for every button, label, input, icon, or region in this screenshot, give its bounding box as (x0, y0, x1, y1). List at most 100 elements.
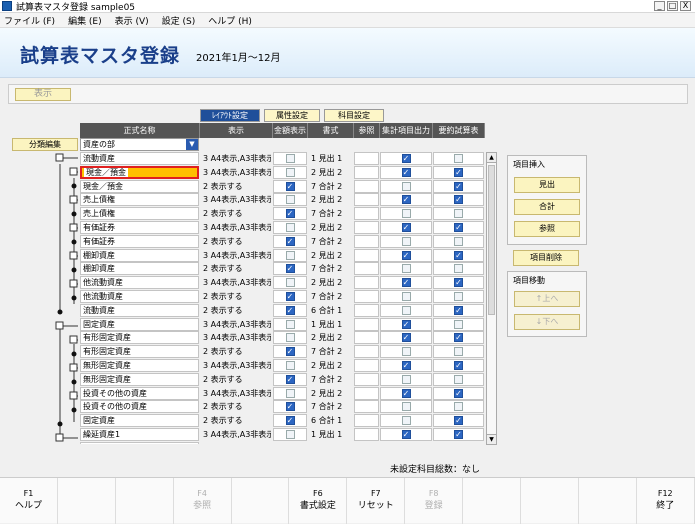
name-cell[interactable]: 売上債権 (80, 193, 199, 207)
chevron-down-icon[interactable]: ▼ (186, 139, 198, 150)
menu-settings[interactable]: 設定 (S) (162, 14, 196, 27)
checkbox[interactable]: ✓ (401, 333, 411, 343)
checkbox[interactable] (454, 347, 463, 357)
amount-cell[interactable] (273, 248, 307, 262)
summary-cell[interactable] (433, 372, 484, 386)
format-cell[interactable]: 2 見出 2 (308, 166, 353, 179)
ref-cell[interactable] (354, 193, 379, 207)
checkbox[interactable]: ✓ (401, 430, 411, 439)
table-row[interactable]: 現金／預金 3 A4表示,A3非表示 2 見出 2 ✓ ✓ (80, 165, 486, 180)
aggregate-cell[interactable] (380, 303, 432, 317)
tab-attribute[interactable]: 属性設定 (264, 109, 320, 122)
checkbox[interactable]: ✓ (454, 181, 463, 191)
tab-layout[interactable]: ﾚｲｱｳﾄ設定 (200, 109, 260, 122)
format-cell[interactable]: 7 合計 2 (308, 290, 353, 303)
format-cell[interactable]: 2 見出 2 (308, 387, 353, 400)
name-cell[interactable]: 無形固定資産 (80, 359, 199, 372)
aggregate-cell[interactable]: ✓ (380, 248, 432, 262)
move-down-button[interactable]: ↓下へ (514, 314, 580, 330)
summary-cell[interactable] (433, 262, 484, 276)
checkbox[interactable] (285, 250, 295, 260)
ref-cell[interactable] (354, 234, 379, 248)
ref-cell[interactable] (354, 414, 379, 428)
amount-cell[interactable] (273, 386, 307, 400)
name-cell[interactable]: 無形固定資産 (80, 372, 199, 386)
display-cell[interactable]: 2 表示する (200, 207, 272, 220)
checkbox[interactable] (285, 278, 295, 288)
checkbox[interactable] (454, 319, 463, 329)
table-row[interactable]: 現金／預金 2 表示する ✓ 7 合計 2 ✓ (80, 179, 486, 194)
format-cell[interactable]: 6 合計 1 (308, 414, 353, 427)
ref-cell[interactable] (354, 152, 379, 165)
display-cell[interactable]: 2 表示する (200, 304, 272, 317)
tab-account[interactable]: 科目設定 (324, 109, 384, 122)
format-cell[interactable]: 1 見出 1 (308, 318, 353, 331)
summary-cell[interactable] (433, 345, 484, 359)
ref-cell[interactable] (354, 386, 379, 400)
checkbox[interactable] (401, 264, 411, 274)
checkbox[interactable] (401, 292, 411, 301)
aggregate-cell[interactable]: ✓ (380, 331, 432, 345)
minimize-button[interactable]: _ (654, 1, 665, 11)
classify-edit-button[interactable]: 分類編集 (12, 138, 78, 151)
name-cell[interactable]: 繰延資産1 (80, 428, 199, 441)
amount-cell[interactable]: ✓ (273, 262, 307, 276)
checkbox[interactable]: ✓ (454, 430, 463, 439)
checkbox[interactable] (401, 305, 411, 315)
summary-cell[interactable]: ✓ (433, 193, 484, 207)
format-cell[interactable]: 2 見出 2 (308, 221, 353, 234)
checkbox[interactable]: ✓ (285, 347, 295, 357)
checkbox[interactable]: ✓ (401, 154, 411, 163)
amount-cell[interactable] (273, 331, 307, 345)
scroll-up-icon[interactable]: ▲ (487, 153, 496, 163)
checkbox[interactable] (454, 154, 463, 163)
summary-cell[interactable] (433, 152, 484, 165)
fkey-f6[interactable]: F6 書式設定 (289, 478, 348, 524)
display-cell[interactable]: 3 A4表示,A3非表示 (200, 152, 272, 165)
name-cell[interactable]: 投資その他の資産 (80, 400, 199, 414)
delete-item-button[interactable]: 項目削除 (513, 250, 579, 266)
checkbox[interactable]: ✓ (285, 209, 295, 219)
summary-cell[interactable]: ✓ (433, 386, 484, 400)
aggregate-cell[interactable]: ✓ (380, 359, 432, 372)
format-cell[interactable]: 7 合計 2 (308, 235, 353, 248)
aggregate-cell[interactable] (380, 207, 432, 221)
aggregate-cell[interactable] (380, 345, 432, 359)
checkbox[interactable]: ✓ (401, 223, 411, 232)
display-cell[interactable]: 2 表示する (200, 373, 272, 386)
name-cell[interactable]: 売上債権 (80, 207, 199, 221)
summary-cell[interactable]: ✓ (433, 248, 484, 262)
summary-cell[interactable]: ✓ (433, 303, 484, 317)
aggregate-cell[interactable]: ✓ (380, 386, 432, 400)
scroll-down-icon[interactable]: ▼ (487, 434, 496, 444)
scroll-thumb[interactable] (488, 165, 495, 315)
checkbox[interactable]: ✓ (285, 292, 295, 301)
format-cell[interactable]: 7 合計 2 (308, 400, 353, 413)
ref-cell[interactable] (354, 221, 379, 234)
checkbox[interactable] (454, 292, 463, 301)
table-row[interactable]: 有形固定資産 3 A4表示,A3非表示 2 見出 2 ✓ ✓ (80, 331, 486, 345)
ref-cell[interactable] (354, 290, 379, 303)
format-cell[interactable]: 2 見出 2 (308, 331, 353, 344)
amount-cell[interactable] (273, 359, 307, 372)
name-cell[interactable]: 投資その他の資産 (80, 386, 199, 400)
format-cell[interactable]: 1 見出 1 (308, 428, 353, 441)
display-cell[interactable]: 2 表示する (200, 180, 272, 193)
ref-cell[interactable] (354, 303, 379, 317)
checkbox[interactable]: ✓ (454, 250, 463, 260)
name-cell[interactable]: 棚卸資産 (80, 248, 199, 262)
display-cell[interactable]: 2 表示する (200, 414, 272, 427)
checkbox[interactable]: ✓ (454, 333, 463, 343)
checkbox[interactable]: ✓ (454, 388, 463, 398)
format-cell[interactable]: 1 見出 1 (308, 152, 353, 165)
table-row[interactable]: 固定資産 2 表示する ✓ 6 合計 1 ✓ (80, 414, 486, 428)
maximize-button[interactable]: □ (667, 1, 678, 11)
summary-cell[interactable]: ✓ (433, 179, 484, 193)
tree-node[interactable] (69, 363, 78, 372)
table-row[interactable]: 投資その他の資産 2 表示する ✓ 7 合計 2 (80, 400, 486, 414)
checkbox[interactable] (454, 264, 463, 274)
display-cell[interactable]: 2 表示する (200, 235, 272, 248)
checkbox[interactable] (401, 347, 411, 357)
checkbox[interactable] (285, 223, 295, 232)
amount-cell[interactable]: ✓ (273, 207, 307, 221)
